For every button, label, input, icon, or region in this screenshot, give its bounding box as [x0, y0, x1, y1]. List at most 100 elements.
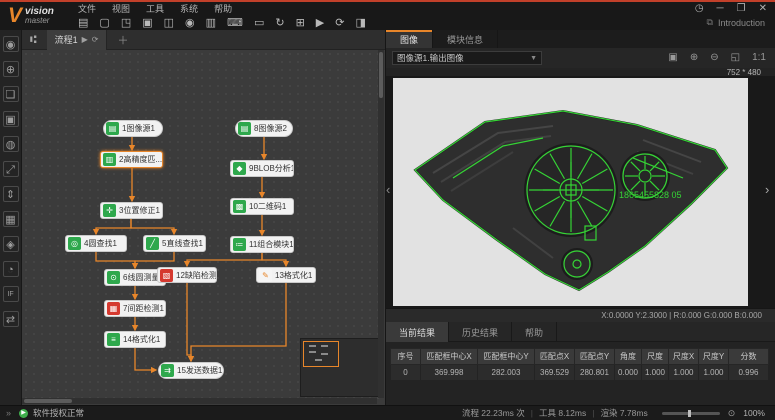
table-header-cell: 匹配框中心X	[421, 349, 478, 365]
tab-module-info[interactable]: 模块信息	[433, 30, 498, 48]
flow-hscrollbar[interactable]	[22, 398, 377, 404]
save-icon[interactable]: ▤	[78, 16, 88, 30]
flow-minimap[interactable]	[300, 338, 380, 397]
tab-image[interactable]: 图像	[386, 30, 433, 48]
run-loop-icon[interactable]: ⟳	[335, 16, 344, 30]
flow-edge	[131, 219, 174, 234]
layout-icon[interactable]: ▣	[668, 51, 677, 65]
zoom-slider[interactable]	[662, 412, 720, 415]
zoom-out-icon[interactable]: ⊖	[710, 51, 718, 65]
calibration-arrows-icon[interactable]: ⤢	[3, 161, 19, 177]
camera-icon[interactable]: ◉	[185, 16, 195, 30]
one-to-one-icon[interactable]: 1:1	[752, 51, 766, 65]
tab-help[interactable]: 帮助	[512, 322, 557, 342]
node-qrcode-1[interactable]: ▩10二维码1	[230, 198, 294, 215]
result-tabs: 当前结果历史结果帮助	[386, 322, 775, 342]
node-gap-detect-1-label: 7间距检测1	[120, 303, 166, 314]
node-blob-analysis-1-icon: ◆	[233, 162, 246, 175]
communication-icon[interactable]: ⇄	[3, 311, 19, 327]
table-header-cell: 匹配框中心Y	[478, 349, 535, 365]
table-header-cell: 角度	[615, 349, 642, 365]
card-icon[interactable]: ▭	[254, 16, 264, 30]
flow-tab-1[interactable]: 流程1 ▶ ⟳	[47, 30, 108, 50]
visionmaster-window: V vision master 文件视图工具系统帮助 ▤▢◳▣◫◉▥⌨▭↻⊞▶⟳…	[0, 0, 775, 420]
window-controls: ◷ ─ ❐ ✕	[695, 3, 767, 15]
capture-icon[interactable]: ◳	[121, 16, 131, 30]
flow-run-loop-icon[interactable]: ⟳	[92, 35, 99, 44]
node-defect-detect-1[interactable]: ▧12缺陷检测1	[157, 267, 217, 283]
menu-tools[interactable]: 工具	[146, 2, 164, 15]
node-combine-module-1[interactable]: ≔11组合模块1	[230, 236, 294, 253]
recognition-frame-icon[interactable]: ▣	[3, 111, 19, 127]
close-icon[interactable]: ✕	[759, 3, 767, 15]
node-image-source-2[interactable]: ▤8图像源2	[235, 120, 293, 137]
pixel-coords-readout: X:0.0000 Y:2.3000 | R:0.000 G:0.000 B:0.…	[386, 308, 775, 322]
compare-view-icon[interactable]: ▥	[206, 16, 216, 30]
node-high-precision-match-1-icon: ▥	[103, 153, 116, 166]
defect-detection-icon[interactable]: ◔	[3, 261, 19, 277]
table-cell: 0.000	[615, 365, 642, 381]
next-image-chevron[interactable]: ›	[765, 182, 773, 197]
flow-tree-icon[interactable]: ⑆	[30, 34, 37, 46]
minimap-node	[321, 353, 328, 355]
app-logo: V vision master	[8, 4, 54, 28]
tab-history-result[interactable]: 历史结果	[449, 322, 512, 342]
acquisition-camera-icon[interactable]: ◉	[3, 36, 19, 52]
image-export-icon[interactable]: ▣	[142, 16, 152, 30]
run-status-icon: ▶	[19, 409, 28, 418]
run-once-icon[interactable]: ▶	[316, 16, 324, 30]
table-header-cell: 匹配点Y	[575, 349, 615, 365]
result-panel: 图像模块信息 图像源1.输出图像 ▼ ▣⊕⊖◱1:1 752 * 480 ‹ ›	[385, 30, 775, 405]
table-row[interactable]: 0369.998282.003369.529280.8010.0001.0001…	[391, 365, 769, 381]
maximize-icon[interactable]: ❐	[737, 3, 746, 15]
node-format-2[interactable]: ✎13格式化1	[256, 267, 316, 283]
flow-vscrollbar[interactable]	[378, 50, 384, 398]
node-blob-analysis-1[interactable]: ◆9BLOB分析1	[230, 160, 294, 177]
image-source-value: 图像源1.输出图像	[397, 52, 464, 64]
menu-file[interactable]: 文件	[78, 2, 96, 15]
node-image-source-1[interactable]: ▤1图像源1	[103, 120, 163, 137]
color-processing-icon[interactable]: ◈	[3, 236, 19, 252]
fit-window-icon[interactable]: ◱	[731, 51, 740, 65]
node-send-data-1[interactable]: ⇉15发送数据1	[158, 362, 224, 379]
location-target-icon[interactable]: ⊕	[3, 61, 19, 77]
timer-icon[interactable]: ◷	[695, 3, 704, 15]
introduction-link[interactable]: ⧉ Introduction	[707, 17, 765, 28]
node-circle-find-1[interactable]: ◎4圆查找1	[65, 235, 127, 252]
flow-canvas[interactable]: ▤1图像源1▥2高精度匹...✛3位置修正1◎4圆查找1╱5直线查找1⊙6线圆测…	[22, 50, 385, 405]
zoom-level: 100%	[743, 408, 765, 418]
flow-tab-bar: ⑆ 流程1 ▶ ⟳ ＋	[22, 30, 385, 50]
panel-icon[interactable]: ◨	[355, 16, 365, 30]
keyboard-icon[interactable]: ⌨	[227, 16, 243, 30]
zoom-in-icon[interactable]: ⊕	[690, 51, 698, 65]
node-format-1[interactable]: ≡14格式化1	[104, 331, 166, 348]
node-gap-detect-1[interactable]: ▦7间距检测1	[104, 300, 166, 317]
refresh-icon[interactable]: ↻	[275, 16, 284, 30]
alignment-icon[interactable]: ⇕	[3, 186, 19, 202]
zoom-slider-thumb[interactable]	[688, 410, 691, 417]
node-high-precision-match-1[interactable]: ▥2高精度匹...	[100, 151, 163, 168]
deep-learning-globe-icon[interactable]: ◍	[3, 136, 19, 152]
image-viewport[interactable]: 1865455828 05	[393, 78, 748, 306]
image-processing-icon[interactable]: ▦	[3, 211, 19, 227]
metric-flow-time: 流程 22.23ms 次	[462, 408, 525, 418]
module-icon[interactable]: ⊞	[296, 16, 305, 30]
measurement-layers-icon[interactable]: ❏	[3, 86, 19, 102]
logic-if-icon[interactable]: IF	[3, 286, 19, 302]
open-icon[interactable]: ▢	[99, 16, 109, 30]
add-flow-button[interactable]: ＋	[117, 32, 128, 48]
flow-run-once-icon[interactable]: ▶	[82, 35, 88, 44]
menu-view[interactable]: 视图	[112, 2, 130, 15]
magnifier-icon[interactable]: ⊙	[728, 408, 736, 419]
menu-help[interactable]: 帮助	[214, 2, 232, 15]
node-line-find-1[interactable]: ╱5直线查找1	[143, 235, 206, 252]
minimize-icon[interactable]: ─	[717, 3, 724, 15]
node-format-2-label: 13格式化1	[272, 270, 316, 281]
node-image-source-2-label: 8图像源2	[251, 123, 291, 134]
node-position-fix-1[interactable]: ✛3位置修正1	[100, 202, 163, 219]
menu-system[interactable]: 系统	[180, 2, 198, 15]
image-source-dropdown[interactable]: 图像源1.输出图像 ▼	[392, 51, 542, 65]
expand-icon[interactable]: »	[6, 408, 11, 418]
window-layout-icon[interactable]: ◫	[164, 16, 174, 30]
tab-current-result[interactable]: 当前结果	[386, 322, 449, 342]
